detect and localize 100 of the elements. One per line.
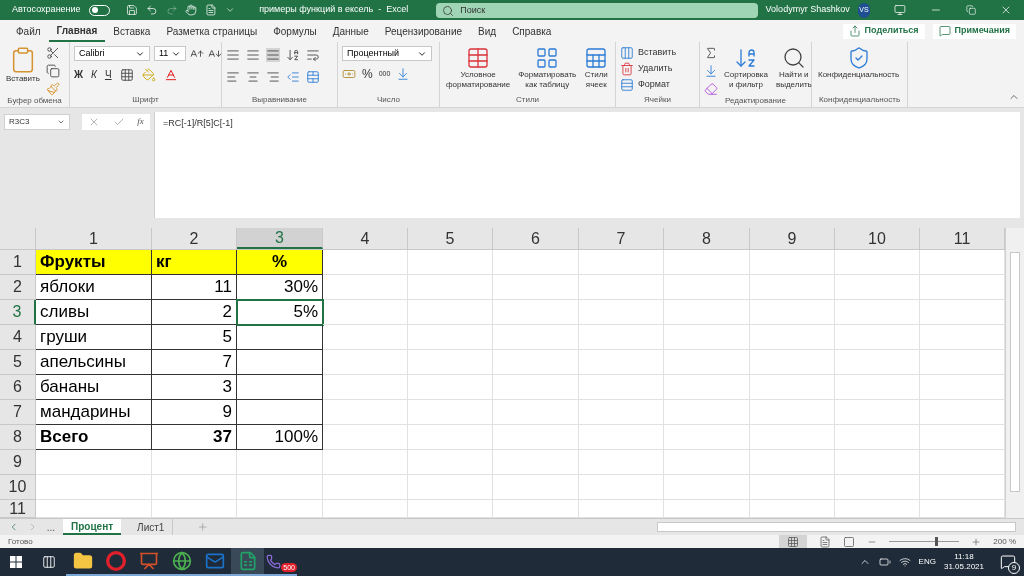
column-header[interactable]: 10 xyxy=(835,228,920,249)
fill-icon[interactable] xyxy=(704,64,718,78)
folder-icon[interactable] xyxy=(72,551,93,571)
ring-icon[interactable] xyxy=(105,551,126,571)
format-painter-icon[interactable] xyxy=(45,82,60,96)
horizontal-scrollbar[interactable] xyxy=(656,522,1016,532)
sheet-tab[interactable]: Процент xyxy=(63,519,122,535)
row-header[interactable]: 9 xyxy=(0,450,36,475)
column-header[interactable]: 3 xyxy=(237,228,323,249)
column-header[interactable]: 1 xyxy=(36,228,152,249)
wifi-icon[interactable] xyxy=(898,556,911,568)
mail-icon[interactable] xyxy=(204,551,225,571)
sum-icon[interactable] xyxy=(704,46,718,60)
column-header[interactable]: 9 xyxy=(750,228,835,249)
sensitivity-button[interactable]: Конфиденциальность xyxy=(816,46,902,80)
align-middle-icon[interactable] xyxy=(246,48,260,62)
decrease-indent-icon[interactable] xyxy=(286,70,300,84)
ribbon-tab[interactable]: Рецензирование xyxy=(376,20,471,42)
clear-icon[interactable] xyxy=(704,82,718,96)
ribbon-tab[interactable]: Вставка xyxy=(105,20,159,42)
vertical-scrollbar[interactable] xyxy=(1010,252,1020,492)
align-center-icon[interactable] xyxy=(246,70,260,84)
paste-button[interactable]: Вставить xyxy=(4,46,42,84)
font-size-field[interactable]: 11 xyxy=(154,46,186,61)
page-layout-icon[interactable] xyxy=(819,535,832,548)
editing-button[interactable]: Сортировка и фильтр xyxy=(722,46,770,90)
increase-decimal-icon[interactable] xyxy=(396,67,411,81)
row-header[interactable]: 7 xyxy=(0,400,36,425)
row-header[interactable]: 2 xyxy=(0,275,36,300)
enter-icon[interactable] xyxy=(112,116,125,128)
cells-button[interactable]: Вставить xyxy=(620,46,677,60)
column-header[interactable]: 6 xyxy=(493,228,579,249)
save-icon[interactable] xyxy=(125,3,138,17)
bold-button[interactable]: Ж xyxy=(74,67,84,82)
font-name-field[interactable]: Calibri xyxy=(74,46,150,61)
align-left-icon[interactable] xyxy=(226,70,240,84)
task-view-icon[interactable] xyxy=(42,555,56,569)
more-sheets[interactable]: ... xyxy=(46,519,56,535)
row-header[interactable]: 4 xyxy=(0,325,36,350)
column-header[interactable]: 7 xyxy=(579,228,664,249)
clock[interactable]: 11:18 31.05.2021 xyxy=(943,552,984,572)
language-indicator[interactable]: ENG xyxy=(918,556,936,568)
insert-function-button[interactable]: fx xyxy=(137,115,144,129)
normal-view-icon[interactable] xyxy=(787,535,800,548)
comments-button[interactable]: Примечания xyxy=(932,23,1016,39)
row-header[interactable]: 10 xyxy=(0,475,36,500)
editing-button[interactable]: Найти и выделить xyxy=(773,46,814,90)
document-icon[interactable] xyxy=(205,3,218,17)
cut-icon[interactable] xyxy=(45,46,60,60)
align-right-icon[interactable] xyxy=(266,70,280,84)
column-header[interactable]: 5 xyxy=(408,228,493,249)
italic-button[interactable]: К xyxy=(91,67,97,82)
row-header[interactable]: 11 xyxy=(0,500,36,518)
windows-icon[interactable] xyxy=(10,556,22,568)
percent-button[interactable]: % xyxy=(362,68,373,80)
style-button[interactable]: Стили ячеек xyxy=(582,46,611,90)
orientation-icon[interactable] xyxy=(286,48,300,62)
style-button[interactable]: Форматировать как таблицу xyxy=(516,46,579,90)
undo-icon[interactable] xyxy=(145,3,158,17)
underline-button[interactable]: Ч xyxy=(104,67,112,82)
zoom-in-icon[interactable] xyxy=(971,536,982,547)
merge-icon[interactable] xyxy=(306,70,320,84)
column-header[interactable]: 8 xyxy=(664,228,750,249)
share-button[interactable]: Поделиться xyxy=(842,23,925,39)
cells-button[interactable]: Удалить xyxy=(620,62,677,76)
ribbon-tab[interactable]: Разметка страницы xyxy=(158,20,266,42)
display-icon[interactable] xyxy=(894,3,907,17)
number-format-field[interactable]: Процентный xyxy=(342,46,432,61)
cells-button[interactable]: Формат xyxy=(620,78,677,92)
name-box[interactable]: R3C3 xyxy=(4,114,70,130)
row-header[interactable]: 5 xyxy=(0,350,36,375)
row-header[interactable]: 6 xyxy=(0,375,36,400)
row-header[interactable]: 3 xyxy=(0,300,36,325)
style-button[interactable]: Условное форматирование xyxy=(444,46,513,90)
row-header[interactable]: 8 xyxy=(0,425,36,450)
currency-icon[interactable] xyxy=(342,67,356,81)
wrap-text-icon[interactable] xyxy=(306,48,320,62)
zoom-level[interactable]: 200 % xyxy=(993,535,1016,548)
search-field[interactable]: Поиск xyxy=(436,2,758,18)
page-break-icon[interactable] xyxy=(843,535,856,548)
touch-icon[interactable] xyxy=(185,3,198,17)
font-color-icon[interactable] xyxy=(163,67,178,82)
taskbar-app[interactable] xyxy=(99,548,132,576)
ribbon-tab[interactable]: Формулы xyxy=(265,20,325,42)
zoom-thumb[interactable] xyxy=(934,537,938,546)
phone-icon[interactable] xyxy=(266,553,281,569)
borders-icon[interactable] xyxy=(119,67,134,82)
restore-icon[interactable] xyxy=(966,4,977,16)
ribbon-tab[interactable]: Данные xyxy=(324,20,377,42)
column-header[interactable]: 4 xyxy=(323,228,408,249)
presentation-icon[interactable] xyxy=(138,551,159,571)
copy-icon[interactable] xyxy=(45,64,60,78)
ribbon-tab[interactable]: Файл xyxy=(8,20,49,42)
redo-icon[interactable] xyxy=(165,3,178,17)
align-bottom-icon[interactable] xyxy=(266,48,280,62)
taskbar-app[interactable] xyxy=(231,548,264,576)
row-header[interactable]: 1 xyxy=(0,250,36,275)
align-top-icon[interactable] xyxy=(226,48,240,62)
ribbon-tab[interactable]: Вид xyxy=(470,20,505,42)
fill-color-icon[interactable] xyxy=(141,67,156,82)
